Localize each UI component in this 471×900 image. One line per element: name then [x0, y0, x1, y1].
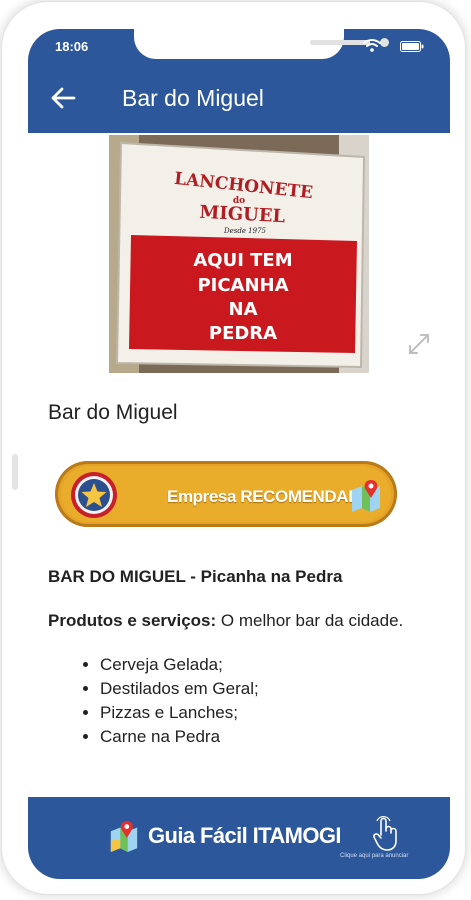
tap-hand-icon	[373, 816, 397, 851]
cta-caption: Clique aqui para anunciar	[340, 853, 409, 859]
back-arrow-icon[interactable]	[50, 85, 76, 111]
footer-brand: Guia Fácil ITAMOGI	[148, 823, 342, 848]
products-text: O melhor bar da cidade.	[216, 611, 404, 630]
sign-since: Desde 1975	[223, 227, 267, 235]
recommended-badge: Empresa RECOMENDADA	[55, 461, 397, 527]
list-item: Carne na Pedra	[100, 725, 438, 749]
camera	[380, 38, 389, 47]
description: BAR DO MIGUEL - Picanha na Pedra Produto…	[48, 567, 438, 749]
list-item: Pizzas e Lanches;	[100, 701, 438, 725]
map-pin-icon	[110, 820, 138, 852]
sign-line-picanha: PICANHA	[197, 275, 288, 296]
badge-inner: Empresa RECOMENDADA	[61, 466, 391, 522]
app-bar: Bar do Miguel	[28, 65, 450, 133]
sign-line-pedra: PEDRA	[209, 323, 277, 344]
footer-banner[interactable]: Guia Fácil ITAMOGI Clique aqui para anun…	[28, 797, 450, 879]
headline: BAR DO MIGUEL - Picanha na Pedra	[48, 567, 343, 586]
products-description: Produtos e serviços: O melhor bar da cid…	[48, 608, 438, 633]
notch	[134, 29, 389, 59]
sign-photo: LANCHONETE do MIGUEL Desde 1975 AQUI TEM…	[109, 135, 369, 373]
expand-icon[interactable]	[406, 331, 432, 357]
star-medal-icon	[71, 472, 117, 518]
side-button	[12, 454, 18, 490]
map-pin-icon	[352, 480, 380, 512]
sign-line-aqui: AQUI TEM	[193, 250, 292, 271]
screen: 18:06 Bar do Miguel LANCHONETE do MIGUEL…	[28, 29, 450, 879]
list-item: Cerveja Gelada;	[100, 653, 438, 677]
app-bar-title: Bar do Miguel	[122, 85, 264, 111]
wifi-icon	[363, 39, 381, 52]
status-bar: 18:06	[28, 29, 450, 65]
sign-line-na: NA	[229, 299, 258, 320]
business-photo[interactable]: LANCHONETE do MIGUEL Desde 1975 AQUI TEM…	[109, 135, 369, 373]
business-name: Bar do Miguel	[48, 401, 178, 424]
badge-label: Empresa RECOMENDADA	[167, 487, 372, 506]
products-label: Produtos e serviços:	[48, 611, 217, 630]
speaker	[310, 40, 370, 45]
list-item: Destilados em Geral;	[100, 677, 438, 701]
phone-frame: 18:06 Bar do Miguel LANCHONETE do MIGUEL…	[2, 2, 465, 894]
status-time: 18:06	[55, 39, 89, 54]
products-list: Cerveja Gelada; Destilados em Geral; Piz…	[48, 653, 438, 749]
battery-icon	[400, 41, 424, 52]
